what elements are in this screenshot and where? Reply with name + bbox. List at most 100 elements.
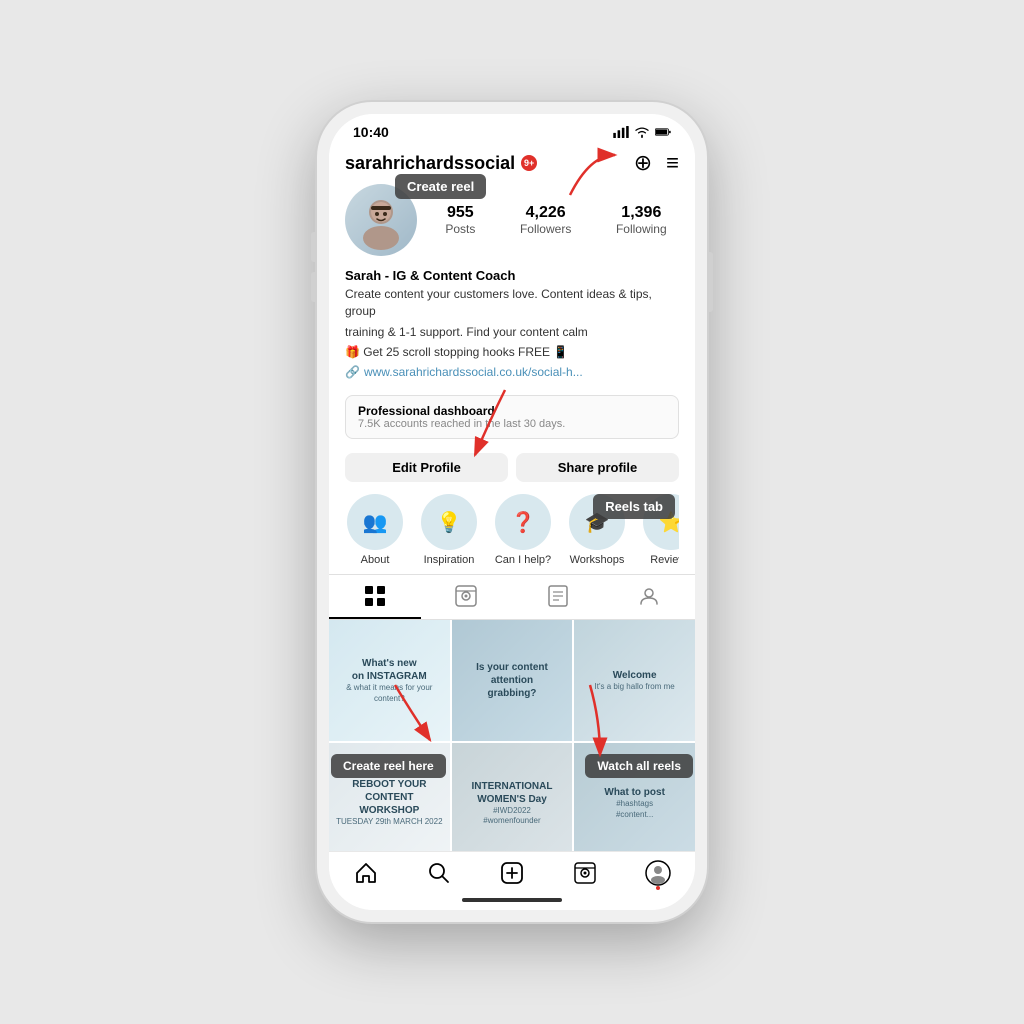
link-icon: 🔗 bbox=[345, 365, 360, 379]
phone-screen: 10:40 bbox=[329, 114, 695, 910]
grid-item-2-main: Is your contentattentiongrabbing? bbox=[476, 661, 548, 700]
action-buttons: Edit Profile Share profile bbox=[329, 445, 695, 490]
reels-nav-icon bbox=[573, 861, 597, 885]
bottom-nav bbox=[329, 851, 695, 890]
username-text: sarahrichardssocial bbox=[345, 153, 515, 174]
wifi-icon bbox=[634, 126, 650, 138]
professional-dashboard[interactable]: Professional dashboard 7.5K accounts rea… bbox=[345, 395, 679, 439]
tagged-tab-icon bbox=[547, 585, 569, 607]
grid-item-6-main: What to post bbox=[604, 786, 665, 799]
home-bar bbox=[462, 898, 562, 902]
home-icon bbox=[354, 861, 378, 885]
profile-nav-icon bbox=[645, 860, 671, 886]
highlight-inspiration-circle: 💡 bbox=[421, 494, 477, 550]
highlights-section: Reels tab 👥 About 💡 Inspiration ❓ Can I … bbox=[329, 490, 695, 574]
share-profile-button[interactable]: Share profile bbox=[516, 453, 679, 482]
search-icon bbox=[427, 861, 451, 885]
nav-home[interactable] bbox=[329, 860, 402, 886]
grid-item-1-sub: & what it means for your content? bbox=[335, 683, 444, 704]
grid-tab-icon bbox=[364, 585, 386, 607]
dashboard-subtitle: 7.5K accounts reached in the last 30 day… bbox=[358, 418, 666, 430]
profile-row: Create reel 955 Posts 4,226 Followers 1,… bbox=[345, 184, 679, 256]
highlight-can-i-help[interactable]: ❓ Can I help? bbox=[493, 494, 553, 566]
nav-profile[interactable] bbox=[622, 860, 695, 886]
reels-tab-tooltip: Reels tab bbox=[593, 494, 675, 519]
grid-item-4-sub: TUESDAY 29th MARCH 2022 bbox=[336, 817, 442, 827]
content-area: What's newon INSTAGRAM & what it means f… bbox=[329, 620, 695, 851]
grid-item-1-main: What's newon INSTAGRAM bbox=[352, 657, 427, 683]
grid-item-2[interactable]: Is your contentattentiongrabbing? bbox=[452, 620, 573, 741]
avatar-image bbox=[351, 190, 411, 250]
create-reel-tooltip: Create reel bbox=[395, 174, 486, 199]
highlight-about-label: About bbox=[361, 554, 390, 566]
highlight-reviews-label: Reviews bbox=[650, 554, 679, 566]
watch-all-reels-overlay: Watch all reels bbox=[585, 754, 693, 778]
nav-add[interactable] bbox=[475, 860, 548, 886]
bio-text-2: training & 1-1 support. Find your conten… bbox=[345, 324, 679, 341]
bio-text-3: 🎁 Get 25 scroll stopping hooks FREE 📱 bbox=[345, 344, 679, 361]
tab-tagged[interactable] bbox=[512, 575, 604, 619]
dashboard-title: Professional dashboard bbox=[358, 404, 666, 418]
grid-item-4-main: REBOOT YOURCONTENTWORKSHOP bbox=[352, 778, 426, 817]
highlight-can-i-help-circle: ❓ bbox=[495, 494, 551, 550]
add-icon bbox=[500, 861, 524, 885]
followers-label: Followers bbox=[520, 222, 571, 236]
profile-section: Create reel 955 Posts 4,226 Followers 1,… bbox=[329, 184, 695, 389]
posts-stat: 955 Posts bbox=[445, 204, 475, 236]
grid-item-3[interactable]: Welcome It's a big hallo from me bbox=[574, 620, 695, 741]
volume-down-button[interactable] bbox=[311, 272, 316, 302]
following-count: 1,396 bbox=[616, 204, 667, 222]
reels-tab-icon bbox=[455, 585, 477, 607]
grid-item-5[interactable]: INTERNATIONALWOMEN'S Day #IWD2022#womenf… bbox=[452, 743, 573, 851]
grid-item-5-main: INTERNATIONALWOMEN'S Day bbox=[472, 780, 553, 806]
highlight-inspiration[interactable]: 💡 Inspiration bbox=[419, 494, 479, 566]
instagram-header: sarahrichardssocial 9+ ⊕ ≡ bbox=[329, 144, 695, 184]
highlight-about[interactable]: 👥 About bbox=[345, 494, 405, 566]
notification-badge[interactable]: 9+ bbox=[521, 155, 537, 171]
grid-item-5-sub: #IWD2022#womenfounder bbox=[483, 806, 540, 827]
status-bar: 10:40 bbox=[329, 114, 695, 144]
photo-grid: What's newon INSTAGRAM & what it means f… bbox=[329, 620, 695, 851]
posts-label: Posts bbox=[445, 222, 475, 236]
followers-count: 4,226 bbox=[520, 204, 571, 222]
grid-item-1[interactable]: What's newon INSTAGRAM & what it means f… bbox=[329, 620, 450, 741]
signal-icon bbox=[613, 126, 629, 138]
followers-stat[interactable]: 4,226 Followers bbox=[520, 204, 571, 236]
phone-frame: 10:40 bbox=[317, 102, 707, 922]
power-button[interactable] bbox=[708, 252, 713, 312]
posts-count: 955 bbox=[445, 204, 475, 222]
grid-item-3-sub: It's a big hallo from me bbox=[595, 682, 675, 692]
grid-item-1-text: What's newon INSTAGRAM & what it means f… bbox=[329, 620, 450, 741]
grid-item-3-text: Welcome It's a big hallo from me bbox=[574, 620, 695, 741]
volume-up-button[interactable] bbox=[311, 232, 316, 262]
bio-name: Sarah - IG & Content Coach bbox=[345, 268, 679, 283]
bio-text-1: Create content your customers love. Cont… bbox=[345, 286, 679, 320]
link-text: www.sarahrichardssocial.co.uk/social-h..… bbox=[364, 365, 583, 379]
username-area: sarahrichardssocial 9+ bbox=[345, 153, 537, 174]
status-time: 10:40 bbox=[353, 124, 389, 140]
grid-item-5-text: INTERNATIONALWOMEN'S Day #IWD2022#womenf… bbox=[452, 743, 573, 851]
tab-reels[interactable] bbox=[421, 575, 513, 619]
following-stat[interactable]: 1,396 Following bbox=[616, 204, 667, 236]
battery-icon bbox=[655, 126, 671, 138]
highlight-workshops-label: Workshops bbox=[570, 554, 625, 566]
tab-grid[interactable] bbox=[329, 575, 421, 619]
stats-row: 955 Posts 4,226 Followers 1,396 Followin… bbox=[433, 204, 679, 236]
home-indicator bbox=[329, 890, 695, 910]
highlight-about-circle: 👥 bbox=[347, 494, 403, 550]
nav-search[interactable] bbox=[402, 860, 475, 886]
add-post-icon[interactable]: ⊕ bbox=[634, 150, 652, 176]
highlight-can-i-help-label: Can I help? bbox=[495, 554, 551, 566]
bio-link[interactable]: 🔗 www.sarahrichardssocial.co.uk/social-h… bbox=[345, 365, 679, 379]
grid-item-6-sub: #hashtags#content... bbox=[616, 799, 653, 820]
menu-icon[interactable]: ≡ bbox=[666, 150, 679, 176]
people-tab-icon bbox=[638, 585, 660, 607]
status-icons bbox=[613, 126, 671, 138]
tab-people[interactable] bbox=[604, 575, 696, 619]
create-reel-here-overlay: Create reel here bbox=[331, 754, 446, 778]
highlight-inspiration-label: Inspiration bbox=[424, 554, 475, 566]
grid-item-3-main: Welcome bbox=[613, 669, 657, 682]
header-icons: ⊕ ≡ bbox=[634, 150, 679, 176]
edit-profile-button[interactable]: Edit Profile bbox=[345, 453, 508, 482]
nav-reels[interactable] bbox=[549, 860, 622, 886]
